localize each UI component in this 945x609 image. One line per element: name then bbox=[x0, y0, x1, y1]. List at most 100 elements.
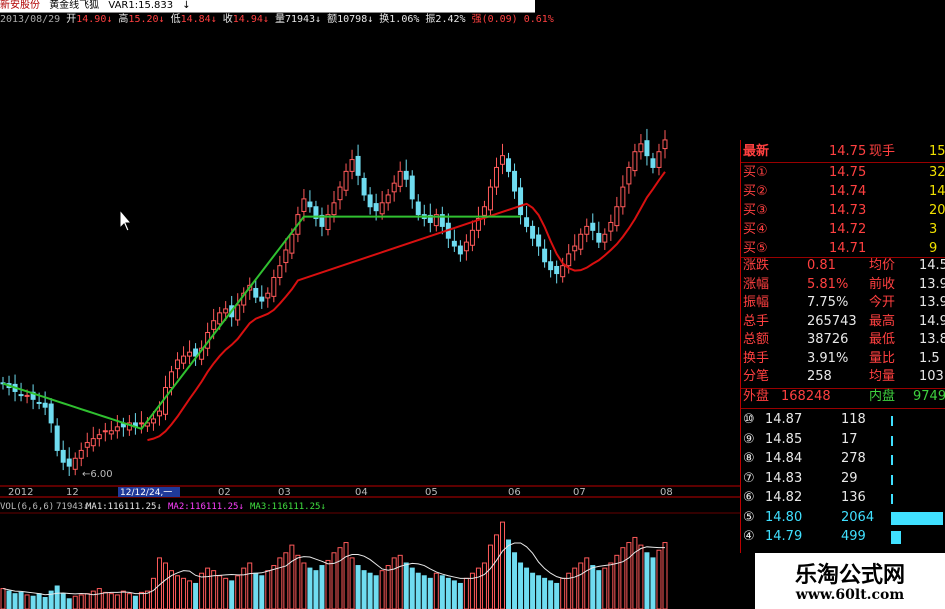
candle-body bbox=[42, 402, 48, 408]
volume-bar bbox=[187, 580, 193, 609]
kline-chart[interactable]: 14.0013.0012.0011.0010.009.008.007.006.0… bbox=[0, 26, 740, 609]
candle-body bbox=[614, 206, 620, 227]
stat-value: 3.91% bbox=[807, 350, 849, 366]
bid-row: 买② 14.74 14 bbox=[741, 182, 945, 202]
time-tick-label: 12 bbox=[66, 487, 79, 498]
stat-value: 14.5 bbox=[919, 258, 945, 273]
volume-bar bbox=[439, 575, 445, 609]
time-tick-label: 07 bbox=[573, 487, 586, 498]
candle-body bbox=[211, 320, 217, 330]
level-row: ⑩ 14.87 118 bbox=[741, 410, 945, 430]
candle-body bbox=[578, 233, 584, 250]
candle-body bbox=[638, 143, 644, 153]
stat-value: 38726 bbox=[807, 332, 849, 347]
volume-bar bbox=[548, 580, 554, 609]
level-bar bbox=[891, 494, 893, 504]
candle-body bbox=[114, 426, 120, 432]
bid-volume: 32 bbox=[929, 165, 945, 180]
bid-price: 14.72 bbox=[829, 222, 867, 237]
volume-bar bbox=[138, 591, 144, 609]
stat-label: 最低 bbox=[869, 332, 896, 347]
level-index: ⑧ bbox=[743, 451, 755, 466]
close-value: 14.94 bbox=[232, 14, 263, 25]
candle-body bbox=[632, 151, 638, 172]
candle-body bbox=[271, 276, 277, 297]
candle-body bbox=[608, 221, 614, 232]
candle-body bbox=[602, 233, 608, 243]
dropdown-arrow-icon[interactable]: ↓ bbox=[182, 0, 190, 11]
volume-bar bbox=[584, 557, 590, 609]
level-index: ④ bbox=[743, 529, 755, 544]
candle-body bbox=[96, 434, 102, 440]
ma-line-red bbox=[147, 171, 666, 442]
amount-label: 额 bbox=[327, 14, 338, 25]
candle-body bbox=[542, 248, 548, 263]
candle-body bbox=[506, 158, 512, 172]
time-tick-label: 2012 bbox=[8, 487, 33, 498]
level-price: 14.82 bbox=[765, 490, 803, 505]
bid-volume: 20 bbox=[929, 203, 945, 218]
volume-bar bbox=[0, 588, 6, 609]
volume-bar bbox=[30, 595, 36, 609]
volume-bar bbox=[108, 593, 114, 609]
candle-body bbox=[283, 249, 289, 264]
candle-body bbox=[108, 430, 114, 435]
candle-body bbox=[584, 225, 590, 235]
candle-body bbox=[403, 170, 409, 180]
indicator-name[interactable]: 黄金线飞狐 bbox=[49, 0, 99, 11]
stat-label: 总手 bbox=[743, 313, 770, 329]
volume-bar bbox=[235, 575, 241, 609]
stat-row: 总额 38726 最低 13.8 bbox=[741, 330, 945, 350]
volume-bar bbox=[572, 567, 578, 609]
level-price: 14.87 bbox=[765, 412, 803, 427]
candle-body bbox=[24, 394, 30, 397]
quote-panel: 最新 14.75 现手 15 买① 14.75 32 买② 14.74 14 买③ 14.73 20 买④… bbox=[740, 140, 945, 553]
volume-bar bbox=[6, 590, 12, 609]
volume-bar bbox=[295, 554, 301, 609]
volume-bar bbox=[337, 547, 343, 609]
stat-row: 分笔 258 均量 103 bbox=[741, 367, 945, 387]
candle-body bbox=[626, 166, 632, 185]
volume-bar bbox=[132, 595, 138, 609]
candle-body bbox=[457, 245, 463, 255]
volume-bar bbox=[24, 594, 30, 609]
volume-bar bbox=[632, 536, 638, 609]
volume-bar bbox=[506, 539, 512, 609]
candle-body bbox=[36, 401, 42, 404]
time-tick-label: 08 bbox=[660, 487, 673, 498]
volume-bar bbox=[229, 580, 235, 609]
stat-value: 5.81% bbox=[807, 276, 849, 292]
volume-bar bbox=[578, 562, 584, 609]
title-bar: 新安股份 黄金线飞狐 VAR1:15.833 ↓ bbox=[0, 0, 535, 13]
candle-body bbox=[66, 458, 72, 467]
level-bar bbox=[891, 455, 893, 465]
stat-row: 换手 3.91% 量比 1.5 bbox=[741, 349, 945, 369]
time-tick-label: 02 bbox=[218, 487, 231, 498]
volume-bar bbox=[626, 542, 632, 609]
candle-body bbox=[524, 217, 530, 227]
candle-body bbox=[536, 234, 542, 247]
bid-volume: 3 bbox=[929, 222, 938, 237]
high-value: 15.20 bbox=[128, 14, 159, 25]
vol-label: VOL(6,6,6) bbox=[0, 502, 54, 512]
cursor-date: 12/12/24,一 bbox=[120, 488, 172, 498]
level-bar bbox=[891, 435, 893, 446]
candle-body bbox=[156, 410, 162, 417]
volume-bar bbox=[301, 562, 307, 609]
candle-body bbox=[451, 240, 457, 247]
level-volume: 118 bbox=[841, 412, 866, 427]
volume-bar bbox=[602, 567, 608, 609]
stat-row: 振幅 7.75% 今开 13.9 bbox=[741, 293, 945, 313]
candle-body bbox=[72, 457, 78, 470]
volume-bar bbox=[542, 577, 548, 609]
level-index: ⑦ bbox=[743, 470, 755, 486]
candle-body bbox=[415, 201, 421, 216]
volume-bar bbox=[36, 593, 42, 609]
candle-body bbox=[150, 418, 156, 424]
volume-bar bbox=[96, 588, 102, 609]
volume-bar bbox=[500, 521, 506, 609]
candle-body bbox=[90, 438, 96, 447]
volume-bar bbox=[102, 591, 108, 609]
stock-name[interactable]: 新安股份 bbox=[0, 0, 40, 11]
candle-body bbox=[566, 253, 572, 267]
